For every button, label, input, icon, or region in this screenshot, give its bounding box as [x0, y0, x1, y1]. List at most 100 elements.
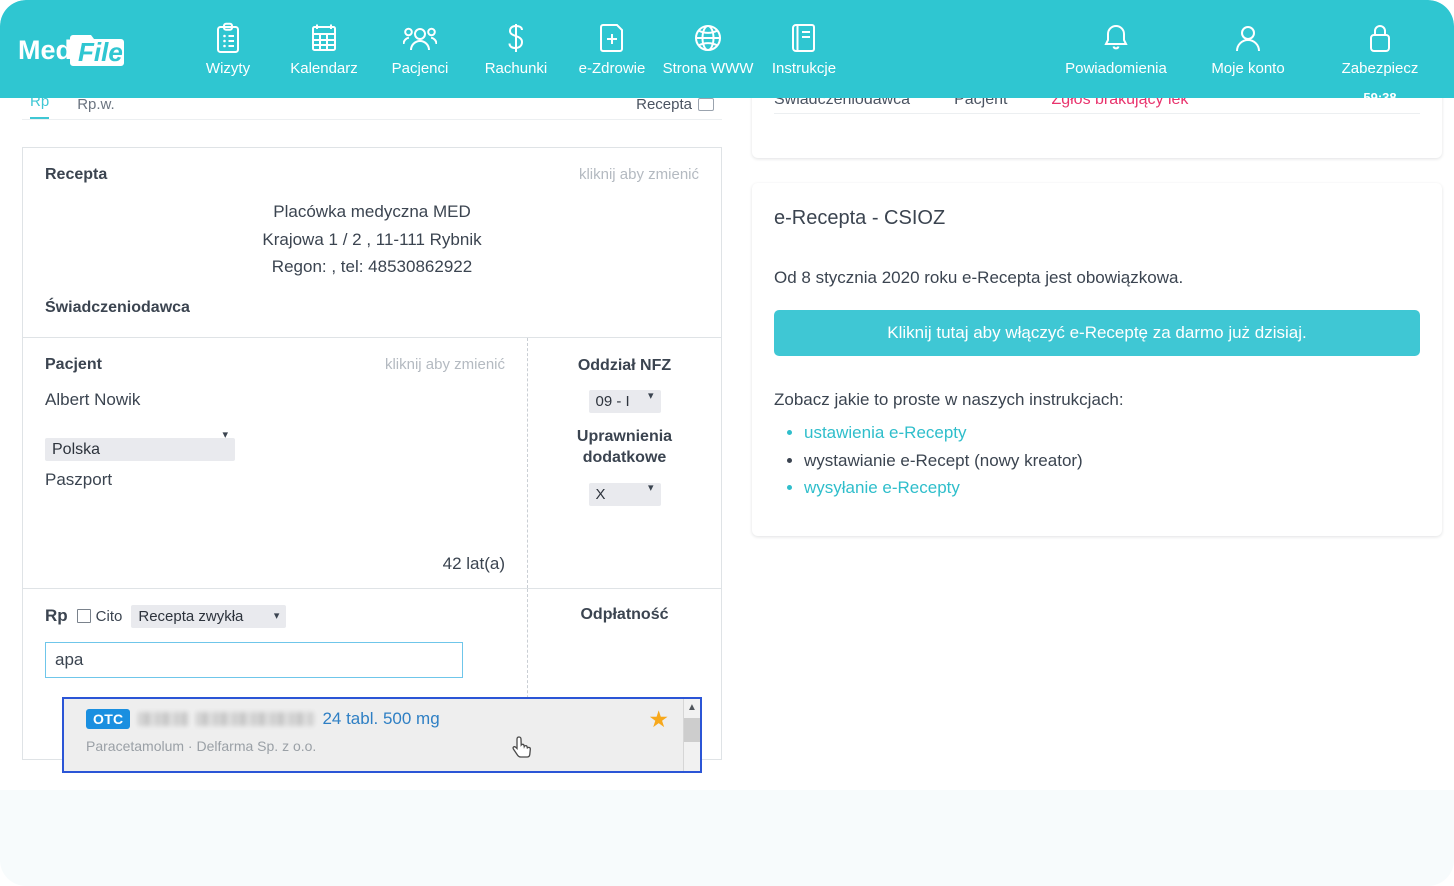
tab-rpw[interactable]: Rp.w. — [77, 96, 115, 120]
erecepta-title: e-Recepta - CSIOZ — [774, 207, 946, 229]
tab-recepta-label: Recepta — [636, 96, 692, 113]
prescription-column: Rp Rp.w. Recepta Recepta kliknij aby zmi… — [22, 86, 722, 760]
provider-label: Świadczeniodawca — [45, 298, 190, 316]
clipboard-icon — [213, 22, 243, 54]
drug-name-redacted-part2 — [196, 712, 315, 726]
drug-suggestion-main: OTC 24 tabl. 500 mg — [86, 709, 671, 729]
book-icon — [789, 22, 819, 54]
calendar-icon — [309, 22, 339, 54]
nav-label: Zabezpiecz — [1341, 59, 1419, 77]
cito-label: Cito — [95, 607, 123, 625]
patient-header: Pacjent kliknij aby zmienić — [45, 356, 505, 374]
facility-name: Placówka medyczna MED — [273, 202, 471, 221]
autocomplete-scrollbar[interactable]: ▲ — [683, 699, 700, 771]
patient-details: Pacjent kliknij aby zmienić Albert Nowik… — [23, 338, 527, 588]
nav-item-rachunki[interactable]: Rachunki — [468, 22, 564, 77]
nav-label: Moje konto — [1211, 59, 1285, 77]
erecepta-lead: Od 8 stycznia 2020 roku e-Recepta jest o… — [774, 268, 1184, 287]
bell-icon — [1101, 22, 1131, 54]
nav-item-wizyty[interactable]: Wizyty — [180, 22, 276, 77]
facility-address: Krajowa 1 / 2 , 11-111 Rybnik — [262, 229, 482, 249]
drug-autocomplete-dropdown[interactable]: OTC 24 tabl. 500 mg Paracetamolum · Delf… — [62, 697, 702, 773]
instructions-label: Zobacz jakie to proste w naszych instruk… — [774, 390, 1124, 409]
nav-item-instrukcje[interactable]: Instrukcje — [756, 22, 852, 77]
file-plus-icon — [597, 22, 627, 54]
user-icon — [1233, 22, 1263, 54]
patient-title: Pacjent — [45, 355, 102, 373]
nav-item-ezdrowie[interactable]: e-Zdrowie — [564, 22, 660, 77]
dollar-icon — [501, 22, 531, 54]
enable-erecepta-button[interactable]: Kliknij tutaj aby włączyć e-Receptę za d… — [774, 310, 1420, 356]
prescription-section: Recepta kliknij aby zmienić Placówka med… — [23, 148, 721, 338]
rp-type-select-wrapper: Recepta zwykła ▾ — [131, 604, 287, 628]
nfz-panel: Oddział NFZ 09 - I ▾ Uprawnienia dodatko… — [527, 337, 721, 588]
patient-document-type: Paszport — [45, 469, 113, 489]
page-body: Rp Rp.w. Recepta Recepta kliknij aby zmi… — [0, 0, 1454, 790]
nav-label: Kalendarz — [290, 59, 358, 77]
svg-text:Med: Med — [18, 35, 72, 65]
drug-search-input[interactable] — [45, 641, 463, 678]
patient-section: Pacjent kliknij aby zmienić Albert Nowik… — [23, 337, 721, 589]
rp-label: Rp — [45, 606, 68, 626]
extra-rights-select[interactable]: X — [588, 482, 661, 506]
instruction-link-sending[interactable]: wysyłanie e-Recepty — [804, 474, 1420, 502]
header-actions: Powiadomienia Moje konto Zabezpiecz 59:3… — [1050, 22, 1446, 105]
nav-label: Strona WWW — [662, 59, 754, 77]
cito-checkbox[interactable] — [76, 609, 91, 624]
cito-checkbox-group[interactable]: Cito — [76, 607, 123, 625]
lock-icon — [1365, 22, 1395, 54]
drug-suggestion-item[interactable]: OTC 24 tabl. 500 mg Paracetamolum · Delf… — [64, 699, 683, 771]
nav-item-zabezpiecz[interactable]: Zabezpiecz 59:38 — [1314, 22, 1446, 105]
patient-name: Albert Nowik — [45, 389, 141, 409]
nav-label: Rachunki — [484, 59, 548, 77]
prescription-change-hint[interactable]: kliknij aby zmienić — [579, 166, 699, 183]
prescription-title: Recepta — [45, 166, 108, 183]
svg-text:File: File — [78, 37, 123, 67]
patient-age: 42 lat(a) — [442, 553, 505, 573]
nav-item-pacjenci[interactable]: Pacjenci — [372, 22, 468, 77]
instruction-link-settings[interactable]: ustawienia e-Recepty — [804, 419, 1420, 447]
rp-type-select[interactable]: Recepta zwykła — [131, 604, 287, 628]
patient-change-hint[interactable]: kliknij aby zmienić — [385, 356, 505, 373]
extra-rights-line2: dodatkowe — [582, 449, 667, 467]
nav-label: Wizyty — [205, 59, 251, 77]
facility-info: Placówka medyczna MED Krajowa 1 / 2 , 11… — [45, 198, 699, 281]
nfz-select[interactable]: 09 - I — [588, 390, 661, 414]
extra-rights-line1: Uprawnienia — [576, 428, 673, 446]
scrollbar-thumb[interactable] — [684, 718, 700, 742]
info-column: Świadczeniodawca Pacjent Zgłoś brakujący… — [752, 86, 1442, 760]
patient-country-wrapper: Polska ▾ — [45, 410, 235, 461]
extra-rights-title: Uprawnienia dodatkowe — [540, 427, 709, 469]
application-window: Rp Rp.w. Recepta Recepta kliknij aby zmi… — [0, 0, 1454, 886]
nfz-select-wrapper: 09 - I ▾ — [588, 378, 661, 414]
tab-recepta-toggle[interactable]: Recepta — [636, 96, 714, 120]
main-navigation: Wizyty Kalendarz Pacjenci Rachunki e-Zdr… — [180, 22, 852, 77]
erecepta-panel: e-Recepta - CSIOZ Od 8 stycznia 2020 rok… — [752, 183, 1442, 536]
medfile-logo[interactable]: Med File — [18, 26, 144, 72]
prescription-card: Recepta kliknij aby zmienić Placówka med… — [22, 147, 722, 760]
nav-item-kalendarz[interactable]: Kalendarz — [276, 22, 372, 77]
app-header: Med File Wizyty Kalendarz Pacjenci Rachu… — [0, 0, 1454, 105]
star-icon[interactable]: ★ — [648, 708, 669, 731]
facility-contact: Regon: , tel: 48530862922 — [271, 257, 473, 277]
rp-toolbar: Rp Cito Recepta zwykła ▾ — [45, 604, 505, 628]
otc-badge: OTC — [86, 709, 131, 729]
document-box-icon — [698, 98, 714, 111]
nav-item-powiadomienia[interactable]: Powiadomienia — [1050, 22, 1182, 77]
drug-dose: 24 tabl. 500 mg — [322, 709, 440, 728]
payment-title: Odpłatność — [580, 605, 669, 623]
nav-item-strona-www[interactable]: Strona WWW — [660, 22, 756, 77]
nav-label: Instrukcje — [771, 59, 837, 77]
instruction-item-issuing: wystawianie e-Recept (nowy kreator) — [804, 447, 1420, 475]
nav-item-moje-konto[interactable]: Moje konto — [1182, 22, 1314, 77]
extra-rights-select-wrapper: X ▾ — [588, 471, 661, 506]
tabstrip-divider — [22, 119, 722, 120]
nav-label: Pacjenci — [391, 59, 449, 77]
nav-label: e-Zdrowie — [578, 59, 646, 77]
drug-substance: Paracetamolum · Delfarma Sp. z o.o. — [86, 738, 317, 754]
prescription-header: Recepta kliknij aby zmienić — [45, 166, 699, 184]
patient-country-select[interactable]: Polska — [45, 437, 235, 461]
session-timer: 59:38 — [1363, 89, 1397, 105]
drug-name-redacted-part1 — [138, 712, 189, 726]
scroll-up-arrow-icon[interactable]: ▲ — [684, 699, 700, 716]
